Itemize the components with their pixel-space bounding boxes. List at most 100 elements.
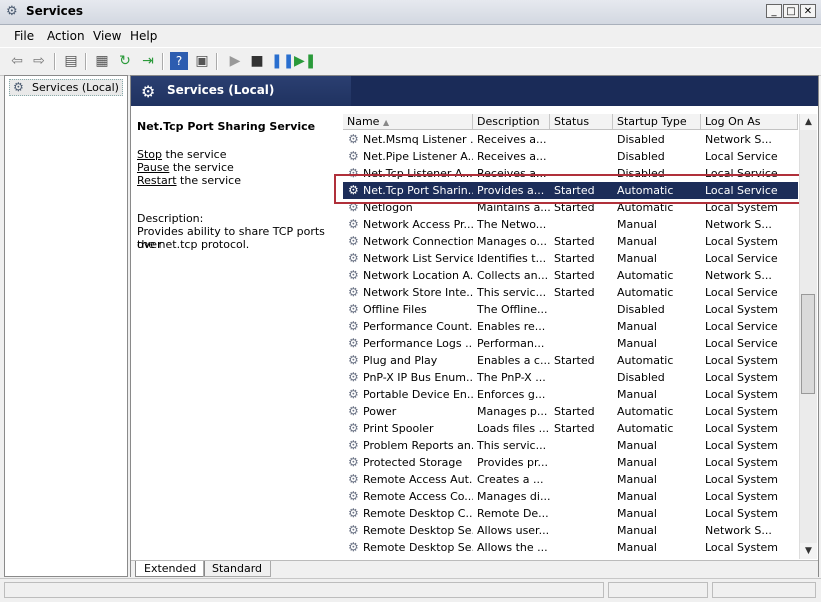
pause-suffix: the service (169, 161, 234, 174)
cell-name: Network Access Pr... (363, 218, 473, 231)
column-header-description[interactable]: Description (473, 114, 550, 129)
cell-status: Started (554, 422, 595, 435)
refresh-icon[interactable]: ↻ (116, 52, 134, 70)
stop-icon[interactable]: ■ (248, 52, 266, 70)
cell-description: Enables re... (477, 320, 546, 333)
cell-startup-type: Manual (617, 388, 657, 401)
column-header-log-on-as[interactable]: Log On As (701, 114, 798, 129)
cell-description: Manages p... (477, 405, 548, 418)
table-row[interactable]: ⚙ Remote Access Aut... Creates a ... Manual… (343, 471, 798, 488)
list-header: Name ▲ Description Status Startup Type L… (343, 114, 798, 130)
forward-icon[interactable]: ⇨ (30, 52, 48, 70)
cell-description: This servic... (477, 439, 547, 452)
table-row[interactable]: ⚙ Performance Logs ... Performan... Manual L… (343, 335, 798, 352)
cell-name: PnP-X IP Bus Enum... (363, 371, 473, 384)
show-hide-pane-icon[interactable]: ▣ (193, 52, 211, 70)
cell-name: Plug and Play (363, 354, 438, 367)
table-row[interactable]: ⚙ Network Store Inte... This servic... Star… (343, 284, 798, 301)
description-label: Description: (137, 212, 204, 225)
cell-name: Offline Files (363, 303, 427, 316)
menu-action[interactable]: Action (47, 29, 85, 43)
service-gear-icon: ⚙ (348, 421, 359, 435)
table-row[interactable]: ⚙ PnP-X IP Bus Enum... The PnP-X ... Disabl… (343, 369, 798, 386)
console-tree-icon[interactable]: ▤ (62, 52, 80, 70)
table-row[interactable]: ⚙ Remote Desktop Se... Allows the ... Manua… (343, 539, 798, 556)
cell-startup-type: Disabled (617, 133, 665, 146)
table-row[interactable]: ⚙ Remote Desktop Se... Allows user... Manua… (343, 522, 798, 539)
cell-description: This servic... (477, 286, 547, 299)
tab-standard[interactable]: Standard (203, 561, 272, 577)
tree-item-services-local[interactable]: ⚙ Services (Local) (9, 79, 123, 96)
cell-name: Protected Storage (363, 456, 463, 469)
cell-log-on-as: Local Service (705, 320, 778, 333)
cell-startup-type: Manual (617, 337, 657, 350)
cell-log-on-as: Local System (705, 405, 779, 418)
table-row[interactable]: ⚙ Remote Desktop C... Remote De... Manual Lo… (343, 505, 798, 522)
service-gear-icon: ⚙ (348, 387, 359, 401)
close-button[interactable]: ✕ (800, 4, 816, 18)
pause-link[interactable]: Pause (137, 161, 169, 174)
table-row[interactable]: ⚙ Problem Reports an... This servic... Manu… (343, 437, 798, 454)
service-gear-icon: ⚙ (348, 302, 359, 316)
table-row[interactable]: ⚙ Offline Files The Offline... Disabled Loca… (343, 301, 798, 318)
restart-icon[interactable]: ▶❚ (294, 52, 317, 70)
cell-name: Network List Service (363, 252, 473, 265)
cell-startup-type: Disabled (617, 150, 665, 163)
stop-link[interactable]: Stop (137, 148, 162, 161)
column-header-name[interactable]: Name ▲ (343, 114, 473, 129)
restart-suffix: the service (176, 174, 241, 187)
minimize-button[interactable]: _ (766, 4, 782, 18)
column-header-startup-type[interactable]: Startup Type (613, 114, 701, 129)
cell-description: Performan... (477, 337, 545, 350)
menu-file[interactable]: File (14, 29, 34, 43)
cell-status: Started (554, 405, 595, 418)
restart-link[interactable]: Restart (137, 174, 177, 187)
table-row[interactable]: ⚙ Performance Count... Enables re... Manual… (343, 318, 798, 335)
table-row[interactable]: ⚙ Print Spooler Loads files ... Started Auto… (343, 420, 798, 437)
service-gear-icon: ⚙ (348, 132, 359, 146)
view-tabs: Extended Standard (131, 560, 818, 577)
properties-icon[interactable]: ▦ (93, 52, 111, 70)
table-row[interactable]: ⚙ Net.Pipe Listener A... Receives a... Disa… (343, 148, 798, 165)
start-icon[interactable]: ▶ (226, 52, 244, 70)
scroll-up-icon[interactable]: ▲ (800, 114, 817, 130)
cell-name: Network Connections (363, 235, 473, 248)
table-row[interactable]: ⚙ Power Manages p... Started Automatic Local … (343, 403, 798, 420)
back-icon[interactable]: ⇦ (8, 52, 26, 70)
scroll-down-icon[interactable]: ▼ (800, 543, 817, 559)
export-icon[interactable]: ⇥ (139, 52, 157, 70)
cell-description: Collects an... (477, 269, 549, 282)
cell-description: Creates a ... (477, 473, 544, 486)
table-row[interactable]: ⚙ Net.Msmq Listener ... Receives a... Disab… (343, 131, 798, 148)
extended-description-panel: Net.Tcp Port Sharing Service Stop the se… (131, 106, 341, 561)
maximize-button[interactable]: □ (783, 4, 799, 18)
table-row[interactable]: ⚙ Plug and Play Enables a c... Started Autom… (343, 352, 798, 369)
cell-startup-type: Disabled (617, 303, 665, 316)
table-row[interactable]: ⚙ Network Location A... Collects an... Star… (343, 267, 798, 284)
table-row[interactable]: ⚙ Network Connections Manages o... Started M… (343, 233, 798, 250)
menu-help[interactable]: Help (130, 29, 157, 43)
menu-view[interactable]: View (93, 29, 121, 43)
table-row[interactable]: ⚙ Portable Device En... Enforces g... Manua… (343, 386, 798, 403)
cell-name: Remote Access Aut... (363, 473, 473, 486)
cell-name: Network Store Inte... (363, 286, 473, 299)
help-icon[interactable]: ? (170, 52, 188, 70)
pause-icon[interactable]: ❚❚ (271, 52, 294, 70)
table-row[interactable]: ⚙ Network List Service Identifies t... Star… (343, 250, 798, 267)
tab-extended[interactable]: Extended (135, 561, 206, 577)
service-gear-icon: ⚙ (348, 540, 359, 554)
column-header-status[interactable]: Status (550, 114, 613, 129)
table-row[interactable]: ⚙ Network Access Pr... The Netwo... Manual N… (343, 216, 798, 233)
scroll-thumb[interactable] (801, 294, 815, 394)
toolbar-separator (162, 53, 164, 70)
cell-startup-type: Automatic (617, 354, 674, 367)
toolbar-separator (85, 53, 87, 70)
vertical-scrollbar[interactable]: ▲ ▼ (799, 114, 817, 559)
service-gear-icon: ⚙ (348, 506, 359, 520)
table-row[interactable]: ⚙ Remote Access Co... Manages di... Manual L… (343, 488, 798, 505)
table-row[interactable]: ⚙ Protected Storage Provides pr... Manual Lo… (343, 454, 798, 471)
service-gear-icon: ⚙ (348, 404, 359, 418)
cell-name: Net.Pipe Listener A... (363, 150, 473, 163)
cell-startup-type: Manual (617, 473, 657, 486)
service-gear-icon: ⚙ (348, 285, 359, 299)
